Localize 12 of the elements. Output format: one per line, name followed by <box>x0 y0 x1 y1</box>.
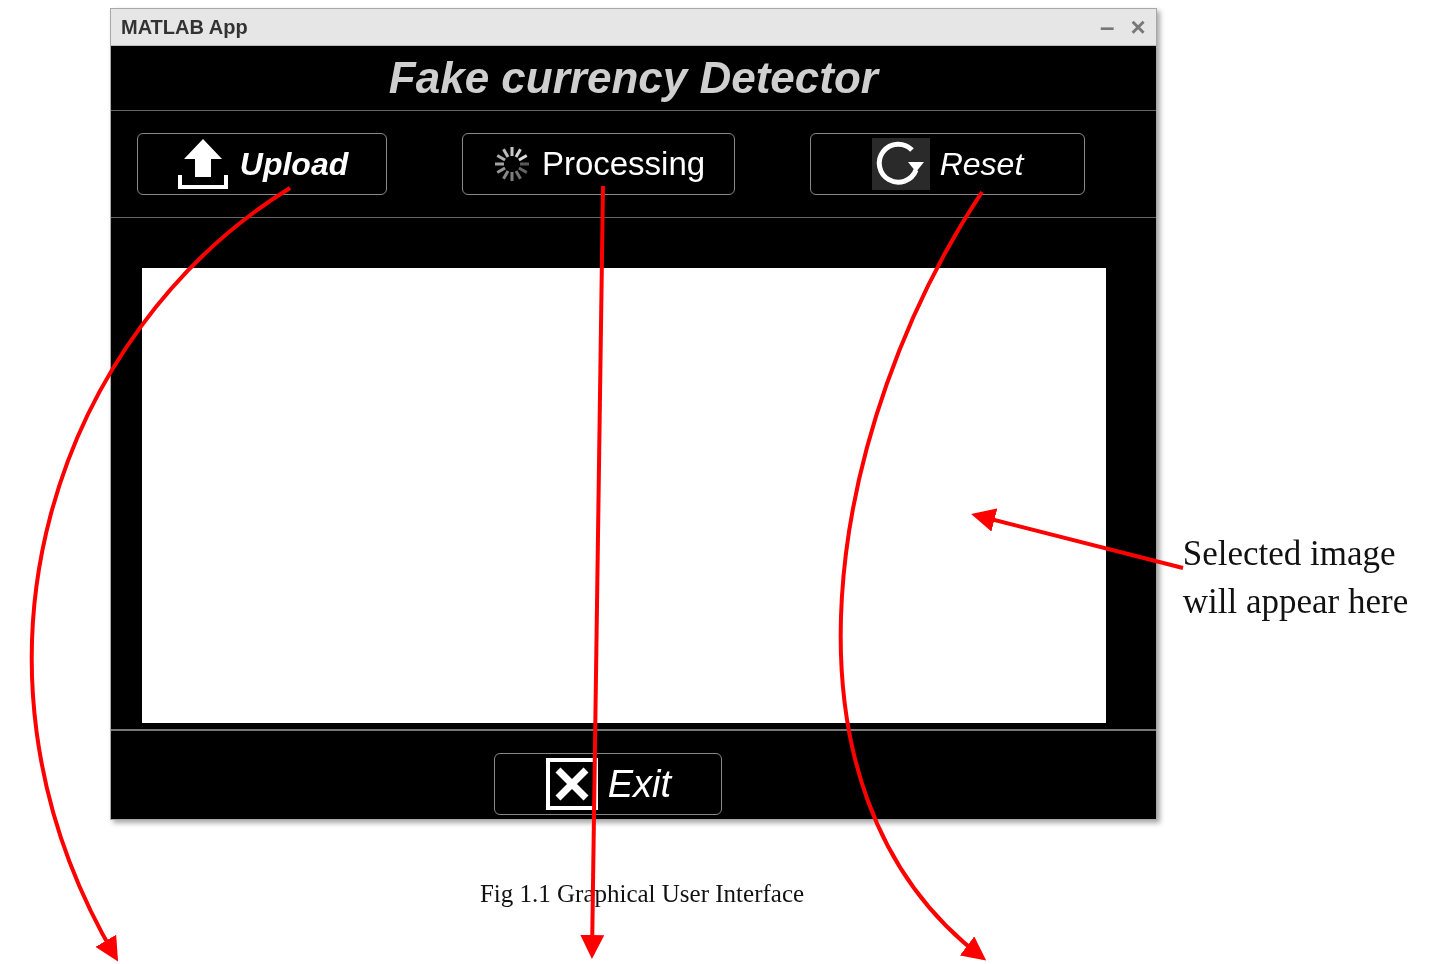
upload-button[interactable]: Upload <box>137 133 387 195</box>
window-title: MATLAB App <box>121 15 249 39</box>
upload-icon <box>175 137 230 191</box>
exit-button[interactable]: Exit <box>494 753 723 815</box>
close-button[interactable]: × <box>1130 14 1146 40</box>
refresh-icon <box>871 138 930 190</box>
callout-text: Selected image will appear here <box>1182 533 1410 623</box>
close-icon <box>545 758 598 810</box>
processing-button[interactable]: Processing <box>462 133 735 195</box>
minimize-button[interactable]: – <box>1100 14 1115 40</box>
reset-button[interactable]: Reset <box>810 133 1085 195</box>
app-title: Fake currency Detector <box>388 53 878 103</box>
